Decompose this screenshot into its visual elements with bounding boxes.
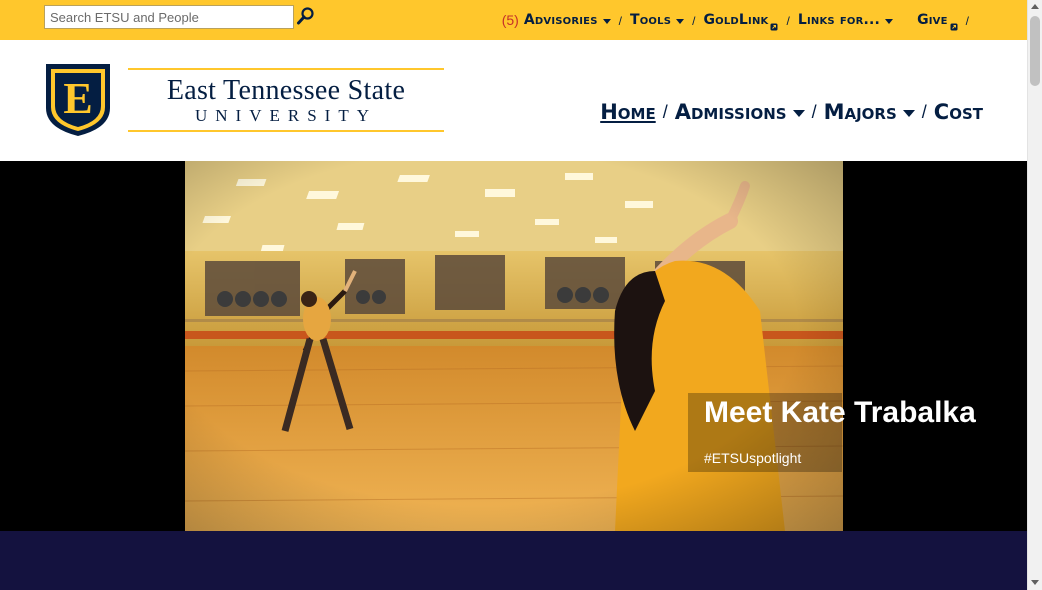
etsu-logo[interactable]: E East Tennessee State UNIVERSITY: [44, 62, 444, 138]
page: (5) Advisories / Tools / GoldLink / Link…: [0, 0, 1042, 590]
chevron-down-icon: [792, 110, 805, 117]
tools-menu[interactable]: Tools: [629, 12, 685, 28]
chevron-down-icon: [885, 19, 894, 24]
chevron-down-icon: [902, 110, 915, 117]
scroll-down-arrow-icon[interactable]: [1031, 580, 1039, 585]
main-nav: Home / Admissions / Majors / Cost: [600, 100, 983, 124]
give-label: Give: [917, 12, 948, 28]
advisories-label: Advisories: [523, 12, 598, 28]
search-icon[interactable]: [296, 6, 316, 26]
chevron-down-icon: [676, 19, 685, 24]
separator: /: [921, 101, 927, 122]
advisories-menu[interactable]: Advisories: [524, 12, 611, 28]
separator: /: [811, 101, 817, 122]
search-input[interactable]: [44, 5, 294, 29]
external-link-icon: [950, 19, 958, 30]
goldlink-label: GoldLink: [703, 12, 769, 28]
separator: /: [692, 14, 696, 28]
scrollbar[interactable]: [1027, 0, 1042, 590]
nav-home[interactable]: Home: [600, 100, 656, 124]
links-for-label: Links for...: [797, 12, 881, 28]
nav-admissions-label: Admissions: [674, 100, 787, 124]
scroll-thumb[interactable]: [1030, 16, 1040, 86]
nav-majors[interactable]: Majors: [824, 100, 915, 124]
content-band: [0, 531, 1027, 590]
external-link-icon: [770, 19, 778, 30]
shield-logo-icon: E: [44, 62, 112, 138]
goldlink-link[interactable]: GoldLink: [703, 12, 778, 30]
links-for-menu[interactable]: Links for...: [797, 12, 894, 28]
utility-bar: (5) Advisories / Tools / GoldLink / Link…: [0, 0, 1027, 40]
separator: /: [618, 14, 622, 28]
give-link[interactable]: Give: [917, 12, 958, 30]
scroll-up-arrow-icon[interactable]: [1031, 4, 1039, 9]
advisories-count: (5): [501, 12, 519, 28]
logo-title: East Tennessee State: [166, 75, 406, 106]
separator: /: [786, 14, 790, 28]
logo-rule-bottom: [128, 130, 444, 132]
separator: /: [662, 101, 668, 122]
tools-label: Tools: [629, 12, 672, 28]
utility-nav: (5) Advisories / Tools / GoldLink / Link…: [502, 9, 977, 31]
nav-cost[interactable]: Cost: [934, 100, 983, 124]
logo-wordmark: East Tennessee State UNIVERSITY: [128, 66, 444, 132]
separator: /: [965, 14, 969, 28]
nav-majors-label: Majors: [823, 100, 897, 124]
hero-photo[interactable]: [185, 161, 843, 531]
logo-subtitle: UNIVERSITY: [195, 106, 377, 125]
nav-admissions[interactable]: Admissions: [675, 100, 805, 124]
site-header: E East Tennessee State UNIVERSITY Home /…: [0, 40, 1027, 161]
hero-banner: Meet Kate Trabalka #ETSUspotlight: [0, 161, 1027, 531]
hero-hashtag: #ETSUspotlight: [704, 450, 802, 466]
shield-letter: E: [63, 74, 92, 123]
chevron-down-icon: [602, 19, 611, 24]
hero-title[interactable]: Meet Kate Trabalka: [704, 396, 976, 430]
logo-rule-top: [128, 68, 444, 70]
